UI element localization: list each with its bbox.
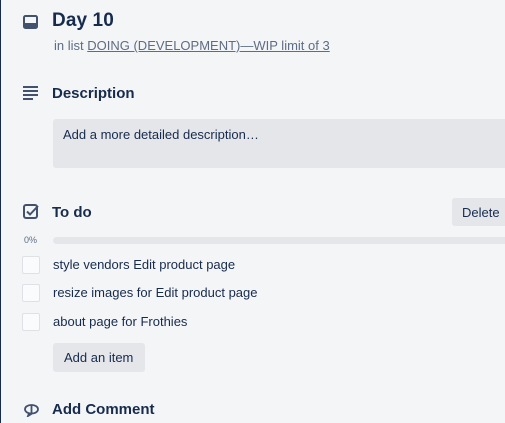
checkbox-checked-icon <box>23 204 39 220</box>
progress-bar <box>53 237 505 244</box>
add-item-button[interactable]: Add an item <box>53 343 145 372</box>
description-lines-icon <box>23 86 39 100</box>
item-text[interactable]: resize images for Edit product page <box>53 285 258 300</box>
card-detail-panel: Day 10 in list DOING (DEVELOPMENT)—WIP l… <box>0 0 505 423</box>
checklist-item[interactable]: resize images for Edit product page <box>22 284 492 302</box>
list-location: in list DOING (DEVELOPMENT)—WIP limit of… <box>54 38 330 53</box>
card-icon <box>23 15 39 29</box>
item-text[interactable]: style vendors Edit product page <box>53 257 235 272</box>
item-checkbox[interactable] <box>22 256 40 274</box>
item-checkbox[interactable] <box>22 284 40 302</box>
checklist-item[interactable]: about page for Frothies <box>22 313 492 331</box>
delete-checklist-button[interactable]: Delete <box>452 198 505 226</box>
checklist-heading[interactable]: To do <box>52 204 92 221</box>
item-text[interactable]: about page for Frothies <box>53 314 187 329</box>
progress-percent: 0% <box>24 235 38 245</box>
speech-bubble-icon <box>24 404 39 417</box>
list-prefix: in list <box>54 38 84 53</box>
checklist-item[interactable]: style vendors Edit product page <box>22 256 492 274</box>
description-heading: Description <box>52 85 135 102</box>
comment-heading: Add Comment <box>52 401 155 418</box>
list-name-link[interactable]: DOING (DEVELOPMENT)—WIP limit of 3 <box>87 38 329 53</box>
description-input[interactable]: Add a more detailed description… <box>53 119 505 168</box>
item-checkbox[interactable] <box>22 313 40 331</box>
card-title[interactable]: Day 10 <box>52 10 114 32</box>
